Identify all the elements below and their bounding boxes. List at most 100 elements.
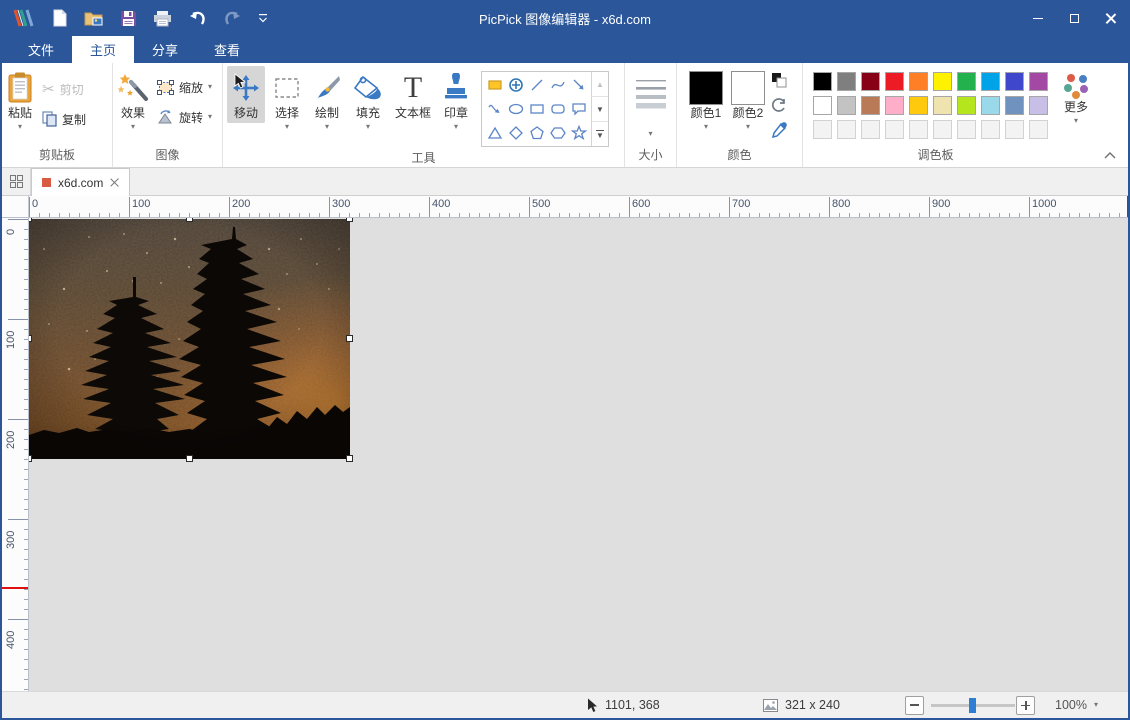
palette-swatch-empty[interactable] — [885, 120, 904, 139]
palette-swatch-empty[interactable] — [861, 120, 880, 139]
redo-button[interactable] — [223, 10, 242, 27]
palette-swatch[interactable] — [813, 72, 832, 91]
draw-tool-button[interactable]: 绘制 ▾ — [309, 66, 345, 133]
shapes-more-button[interactable]: ▼ — [592, 122, 608, 146]
shape-line[interactable] — [527, 75, 547, 95]
palette-swatch[interactable] — [837, 72, 856, 91]
shape-star[interactable] — [569, 123, 589, 143]
zoom-slider-track[interactable] — [931, 704, 1015, 707]
effects-button[interactable]: 效果 ▾ — [113, 66, 153, 133]
open-file-button[interactable] — [84, 10, 104, 27]
close-button[interactable] — [1092, 0, 1128, 36]
canvas-workspace[interactable] — [29, 218, 1128, 693]
zoom-level-value[interactable]: 100% — [1055, 698, 1087, 712]
eyedropper-button[interactable] — [771, 122, 787, 138]
palette-swatch[interactable] — [885, 72, 904, 91]
shape-triangle[interactable] — [485, 123, 505, 143]
shape-rectangle[interactable] — [527, 99, 547, 119]
palette-swatch[interactable] — [933, 72, 952, 91]
selection-handle-bottom-right[interactable] — [346, 455, 353, 462]
customize-toolbar-button[interactable] — [258, 13, 268, 23]
zoom-level-dropdown-icon[interactable]: ▾ — [1094, 701, 1098, 709]
selection-handle-top-right[interactable] — [346, 218, 353, 222]
tab-list-button[interactable] — [2, 168, 31, 195]
tab-file[interactable]: 文件 — [10, 36, 72, 63]
shapes-scroll-down-button[interactable]: ▼ — [592, 97, 608, 122]
palette-swatch[interactable] — [981, 72, 1000, 91]
selection-handle-middle-right[interactable] — [346, 335, 353, 342]
selection-handle-bottom-center[interactable] — [186, 455, 193, 462]
reset-colors-button[interactable] — [771, 97, 787, 113]
shape-circle-plus[interactable] — [506, 75, 526, 95]
palette-swatch-empty[interactable] — [981, 120, 1000, 139]
shape-pentagon[interactable] — [527, 123, 547, 143]
palette-swatch[interactable] — [861, 72, 880, 91]
textbox-tool-button[interactable]: T 文本框 — [391, 66, 435, 123]
tab-view[interactable]: 查看 — [196, 36, 258, 63]
tab-home[interactable]: 主页 — [72, 36, 134, 63]
new-file-button[interactable] — [52, 9, 68, 27]
palette-swatch-empty[interactable] — [1029, 120, 1048, 139]
palette-swatch[interactable] — [861, 96, 880, 115]
palette-swatch[interactable] — [885, 96, 904, 115]
save-button[interactable] — [120, 10, 137, 27]
shape-ellipse[interactable] — [506, 99, 526, 119]
shape-rounded-rectangle[interactable] — [548, 99, 568, 119]
palette-swatch[interactable] — [837, 96, 856, 115]
palette-swatch-empty[interactable] — [933, 120, 952, 139]
palette-swatch[interactable] — [1005, 72, 1024, 91]
select-tool-button[interactable]: 选择 ▾ — [269, 66, 305, 133]
palette-swatch-empty[interactable] — [957, 120, 976, 139]
palette-swatch[interactable] — [933, 96, 952, 115]
tab-share[interactable]: 分享 — [134, 36, 196, 63]
move-tool-button[interactable]: 移动 — [227, 66, 265, 123]
shape-balloon[interactable] — [569, 99, 589, 119]
zoom-slider-handle[interactable] — [969, 698, 976, 713]
maximize-button[interactable] — [1056, 0, 1092, 36]
selection-handle-top-left[interactable] — [29, 218, 32, 222]
palette-swatch[interactable] — [1029, 72, 1048, 91]
document-tab[interactable]: x6d.com — [31, 168, 130, 196]
shape-diamond[interactable] — [506, 123, 526, 143]
swap-colors-button[interactable] — [771, 72, 787, 88]
palette-swatch[interactable] — [909, 96, 928, 115]
palette-swatch[interactable] — [981, 96, 1000, 115]
selection-handle-top-center[interactable] — [186, 218, 193, 222]
zoom-slider[interactable] — [931, 692, 1015, 718]
palette-swatch-empty[interactable] — [813, 120, 832, 139]
palette-swatch[interactable] — [957, 72, 976, 91]
collapse-ribbon-button[interactable] — [1104, 152, 1116, 159]
selection-handle-middle-left[interactable] — [29, 335, 32, 342]
canvas-image[interactable] — [29, 219, 350, 459]
color1-button[interactable]: 颜色1 ▾ — [685, 66, 727, 133]
shape-hexagon[interactable] — [548, 123, 568, 143]
rotate-button[interactable]: 旋转 ▾ — [153, 102, 216, 132]
zoom-in-button[interactable] — [1016, 696, 1035, 715]
shape-curve[interactable] — [548, 75, 568, 95]
line-size-button[interactable]: ▾ — [632, 66, 670, 140]
palette-swatch-empty[interactable] — [1005, 120, 1024, 139]
palette-swatch-empty[interactable] — [909, 120, 928, 139]
copy-button[interactable]: 复制 — [38, 104, 90, 134]
palette-swatch[interactable] — [1029, 96, 1048, 115]
shapes-scroll-up-button[interactable]: ▲ — [592, 72, 608, 97]
resize-button[interactable]: 缩放 ▾ — [153, 72, 216, 102]
palette-swatch[interactable] — [813, 96, 832, 115]
palette-swatch-empty[interactable] — [837, 120, 856, 139]
selection-handle-bottom-left[interactable] — [29, 455, 32, 462]
stamp-tool-button[interactable]: 印章 ▾ — [439, 66, 473, 133]
palette-swatch[interactable] — [909, 72, 928, 91]
print-button[interactable] — [153, 10, 172, 27]
color2-button[interactable]: 颜色2 ▾ — [727, 66, 769, 133]
shape-scribble-arrow[interactable] — [485, 99, 505, 119]
undo-button[interactable] — [188, 10, 207, 27]
palette-swatch[interactable] — [957, 96, 976, 115]
cut-button[interactable]: ✂ 剪切 — [38, 74, 90, 104]
shape-arrow[interactable] — [569, 75, 589, 95]
palette-swatch[interactable] — [1005, 96, 1024, 115]
zoom-out-button[interactable] — [905, 696, 924, 715]
more-colors-button[interactable]: 更多 ▾ — [1053, 66, 1099, 125]
minimize-button[interactable] — [1020, 0, 1056, 36]
paste-button[interactable]: 粘贴 ▾ — [2, 66, 38, 133]
fill-tool-button[interactable]: 填充 ▾ — [349, 66, 387, 133]
